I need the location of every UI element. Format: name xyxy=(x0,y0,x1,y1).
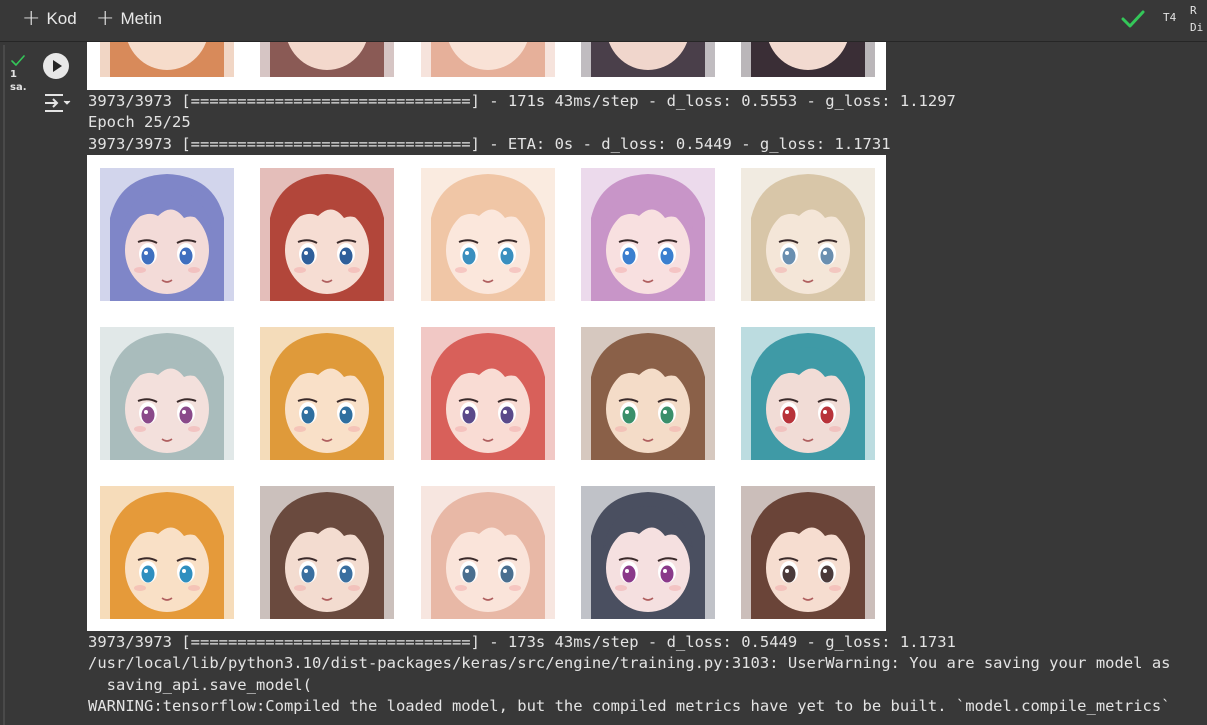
generated-face-image xyxy=(741,42,875,77)
generated-face-image xyxy=(100,168,234,301)
generated-face-image xyxy=(100,42,234,77)
resource-line-2: Di xyxy=(1190,21,1204,34)
generated-face-image xyxy=(741,486,875,619)
run-cell-button[interactable] xyxy=(43,53,69,79)
connected-check-icon[interactable] xyxy=(1120,8,1146,30)
plus-icon: + xyxy=(96,6,115,31)
add-code-button[interactable]: + Kod xyxy=(22,6,77,32)
notebook-toolbar: + Kod + Metin T4 R Di xyxy=(0,0,1207,42)
generated-face-image xyxy=(421,327,555,460)
plus-icon: + xyxy=(22,6,41,31)
output-line: /usr/local/lib/python3.10/dist-packages/… xyxy=(88,654,1171,672)
exec-success-icon xyxy=(11,54,25,66)
generated-images-epoch-25 xyxy=(87,155,886,631)
generated-face-image xyxy=(260,327,394,460)
generated-face-image xyxy=(421,486,555,619)
cell-gutter-bar xyxy=(3,45,5,725)
generated-face-image xyxy=(741,168,875,301)
exec-count-number: 1 xyxy=(10,69,17,80)
generated-face-image xyxy=(421,42,555,77)
output-line: 3973/3973 [=============================… xyxy=(88,633,956,651)
exec-count: 1 sa. xyxy=(10,68,30,94)
exec-count-unit: sa. xyxy=(10,82,27,93)
output-line: 3973/3973 [=============================… xyxy=(88,92,956,110)
runtime-label[interactable]: T4 xyxy=(1163,11,1176,24)
generated-face-image xyxy=(581,486,715,619)
generated-face-image xyxy=(741,327,875,460)
generated-face-image xyxy=(100,327,234,460)
add-text-button[interactable]: + Metin xyxy=(96,6,162,32)
output-line: Epoch 25/25 xyxy=(88,113,191,131)
play-icon xyxy=(53,60,62,72)
generated-images-previous xyxy=(87,42,886,90)
generated-face-image xyxy=(260,42,394,77)
resource-line-1: R xyxy=(1190,4,1197,17)
generated-face-image xyxy=(581,42,715,77)
resource-monitor[interactable]: R Di xyxy=(1190,2,1203,36)
generated-face-image xyxy=(100,486,234,619)
generated-face-image xyxy=(581,327,715,460)
add-text-label: Metin xyxy=(120,9,163,28)
cell-output: 3973/3973 [=============================… xyxy=(87,42,1207,725)
generated-face-image xyxy=(260,486,394,619)
output-line: saving_api.save_model( xyxy=(88,676,312,694)
generated-face-image xyxy=(581,168,715,301)
generated-face-image xyxy=(421,168,555,301)
add-code-label: Kod xyxy=(46,9,77,28)
output-line: 3973/3973 [=============================… xyxy=(88,135,891,153)
output-line: WARNING:tensorflow:Compiled the loaded m… xyxy=(88,697,1171,715)
generated-face-image xyxy=(260,168,394,301)
output-toggle-icon[interactable] xyxy=(43,92,71,114)
